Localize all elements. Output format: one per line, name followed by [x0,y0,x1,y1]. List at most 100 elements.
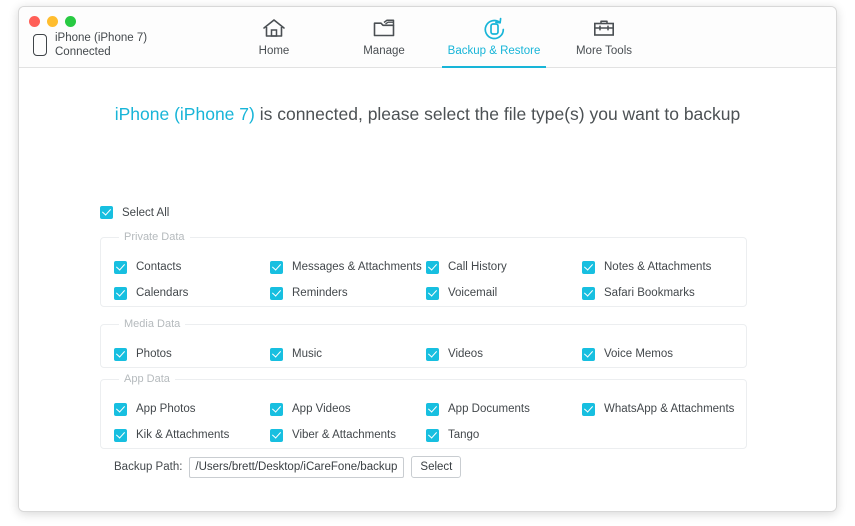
call-history-label: Call History [448,261,507,273]
safari-bookmarks-label: Safari Bookmarks [604,287,695,299]
checkbox-item-messages[interactable]: Messages & Attachments [257,260,422,274]
nav-tabs: Home Manage Backup & Restore More Tools [219,7,659,68]
videos-label: Videos [448,348,483,360]
select-all-checkbox[interactable] [100,206,113,219]
reminders-label: Reminders [292,287,348,299]
section-media-data: Media Data Photos Music Videos Voice Mem… [100,318,747,368]
close-button[interactable] [29,16,40,27]
section-private-data-legend: Private Data [119,231,190,243]
title-bar: iPhone (iPhone 7) Connected Home Manage … [19,7,836,68]
section-media-data-legend: Media Data [119,318,186,330]
checkbox-item-call-history[interactable]: Call History [413,260,569,274]
checkbox-item-app-videos[interactable]: App Videos [257,402,413,416]
device-info: iPhone (iPhone 7) Connected [33,31,147,59]
tango-label: Tango [448,429,480,441]
music-label: Music [292,348,323,360]
tab-backup-restore-label: Backup & Restore [447,45,541,57]
app-videos-checkbox[interactable] [270,402,283,416]
photos-checkbox[interactable] [114,347,127,361]
notes-label: Notes & Attachments [604,261,712,273]
viber-label: Viber & Attachments [292,429,396,441]
app-photos-label: App Photos [136,403,196,415]
tango-checkbox[interactable] [426,428,439,442]
reminders-checkbox[interactable] [270,286,283,300]
checkbox-item-whatsapp[interactable]: WhatsApp & Attachments [569,402,739,416]
whatsapp-checkbox[interactable] [582,402,595,416]
checkbox-row: Photos Music Videos Voice Memos [101,341,746,367]
section-private-data-rows: Contacts Messages & Attachments Call His… [101,238,746,306]
tab-backup-restore[interactable]: Backup & Restore [439,7,549,68]
checkbox-item-notes[interactable]: Notes & Attachments [569,260,739,274]
folder-icon [372,16,396,40]
kik-checkbox[interactable] [114,428,127,442]
call-history-checkbox[interactable] [426,260,439,274]
photos-label: Photos [136,348,172,360]
messages-checkbox[interactable] [270,260,283,274]
viber-checkbox[interactable] [270,428,283,442]
device-name: iPhone (iPhone 7) [55,32,148,44]
select-all-row[interactable]: Select All [100,206,169,219]
messages-label: Messages & Attachments [292,261,422,273]
checkbox-item-voice-memos[interactable]: Voice Memos [569,347,739,361]
checkbox-item-reminders[interactable]: Reminders [257,286,413,300]
calendars-label: Calendars [136,287,189,299]
checkbox-item-videos[interactable]: Videos [413,347,569,361]
voicemail-checkbox[interactable] [426,286,439,300]
main-content: iPhone (iPhone 7) is connected, please s… [19,68,836,511]
checkbox-item-photos[interactable]: Photos [101,347,257,361]
checkbox-item-music[interactable]: Music [257,347,413,361]
checkbox-item-app-documents[interactable]: App Documents [413,402,569,416]
checkbox-item-kik[interactable]: Kik & Attachments [101,428,257,442]
home-icon [262,16,286,40]
videos-checkbox[interactable] [426,347,439,361]
app-photos-checkbox[interactable] [114,402,127,416]
maximize-button[interactable] [65,16,76,27]
contacts-label: Contacts [136,261,182,273]
safari-bookmarks-checkbox[interactable] [582,286,595,300]
voice-memos-label: Voice Memos [604,348,674,360]
kik-label: Kik & Attachments [136,429,230,441]
notes-checkbox[interactable] [582,260,595,274]
backup-restore-icon [482,16,507,40]
app-documents-checkbox[interactable] [426,402,439,416]
checkbox-row: Kik & Attachments Viber & Attachments Ta… [101,422,746,448]
tab-more-tools[interactable]: More Tools [549,7,659,67]
checkbox-row: Calendars Reminders Voicemail Safari Boo… [101,280,746,306]
checkbox-item-safari-bookmarks[interactable]: Safari Bookmarks [569,286,739,300]
tab-home-label: Home [258,45,290,57]
page-title-device: iPhone (iPhone 7) [114,104,255,124]
page-title-rest: is connected, please select the file typ… [254,104,741,124]
app-window: iPhone (iPhone 7) Connected Home Manage … [18,6,837,512]
contacts-checkbox[interactable] [114,260,127,274]
window-controls [29,16,76,27]
minimize-button[interactable] [47,16,58,27]
tab-more-tools-label: More Tools [575,45,633,57]
select-path-button[interactable]: Select [411,456,462,478]
checkbox-item-viber[interactable]: Viber & Attachments [257,428,413,442]
section-app-data: App Data App Photos App Videos App Docum… [100,373,747,449]
section-media-data-rows: Photos Music Videos Voice Memos [101,325,746,367]
whatsapp-label: WhatsApp & Attachments [604,403,735,415]
calendars-checkbox[interactable] [114,286,127,300]
tab-manage-label: Manage [363,45,405,57]
section-private-data: Private Data Contacts Messages & Attachm… [100,231,747,307]
backup-path-label: Backup Path: [114,461,183,473]
voice-memos-checkbox[interactable] [582,347,595,361]
checkbox-item-calendars[interactable]: Calendars [101,286,257,300]
checkbox-row: App Photos App Videos App Documents What… [101,396,746,422]
toolbox-icon [592,16,616,40]
backup-path-row: Backup Path: Select [114,456,462,478]
phone-icon [33,34,47,56]
backup-path-input[interactable] [189,456,405,478]
select-all-label: Select All [122,206,170,219]
checkbox-item-tango[interactable]: Tango [413,428,569,442]
checkbox-item-voicemail[interactable]: Voicemail [413,286,569,300]
device-status: Connected [55,46,111,58]
app-videos-label: App Videos [292,403,351,415]
music-checkbox[interactable] [270,347,283,361]
page-title: iPhone (iPhone 7) is connected, please s… [19,104,836,125]
tab-manage[interactable]: Manage [329,7,439,67]
checkbox-item-app-photos[interactable]: App Photos [101,402,257,416]
checkbox-item-contacts[interactable]: Contacts [101,260,257,274]
tab-home[interactable]: Home [219,7,329,67]
